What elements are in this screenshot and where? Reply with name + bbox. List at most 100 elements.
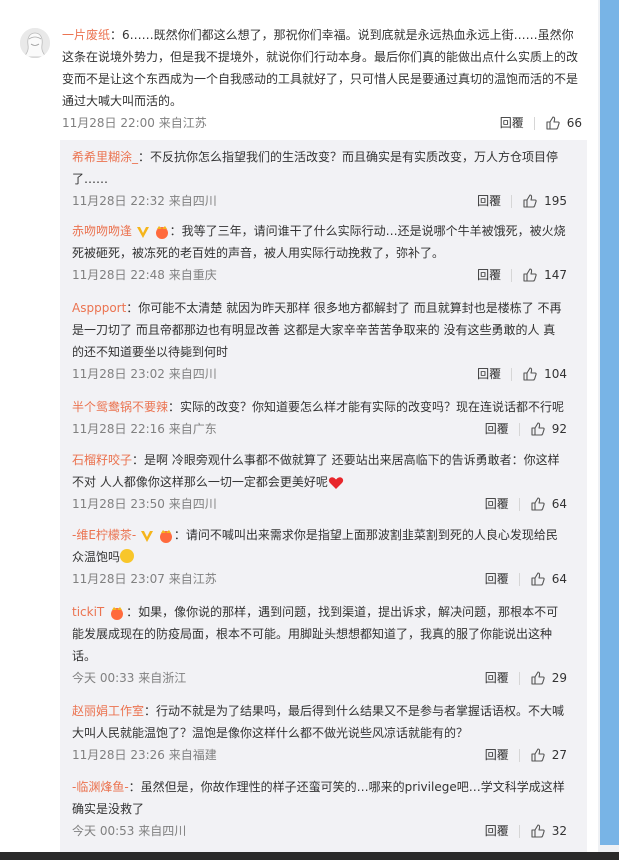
reply-button[interactable]: 回覆 [477,363,501,385]
reply-button[interactable]: 回覆 [485,820,509,842]
reply-text: ：如果，像你说的那样，遇到问题，找到渠道，提出诉求，解决问题，那根本不可能发展成… [72,605,559,663]
thumbs-up-icon [523,268,537,282]
reply-author[interactable]: tickiT [72,605,104,619]
action-divider [518,748,520,762]
like-count: 66 [566,116,582,130]
reply-author[interactable]: 希希里糊涂_ [72,150,138,164]
reply-meta-row: 今天 00:53 来自四川 回覆 32 [72,820,567,842]
thumbs-up-icon [531,422,545,436]
list-item: 石榴籽咬子：是啊 冷眼旁观什么事都不做就算了 还要站出来居高临下的告诉勇敢者：你… [72,449,567,515]
reply-list: 希希里糊涂_：不反抗你怎么指望我们的生活改变？而且确实是有实质改变，万人方仓项目… [60,140,587,852]
reply-text: ：实际的改变？你知道要怎么样才能有实际的改变吗？现在连说话都不行呢 [168,400,565,414]
hug-emoji [120,549,135,563]
scrollbar-track[interactable] [600,0,619,845]
action-divider [518,497,520,511]
thumbs-up-icon [531,497,545,511]
reply-time: 11月28日 23:26 来自福建 [72,748,217,762]
action-divider [518,824,520,838]
reply-time: 11月28日 22:48 来自重庆 [72,268,217,282]
reply-meta-row: 11月28日 22:32 来自四川 回覆 195 [72,190,567,212]
reply-author[interactable]: 赤吻吻吻逢 [72,224,132,238]
vip-v-badge-icon [141,530,154,542]
reply-button[interactable]: 回覆 [485,667,509,689]
like-button[interactable]: 32 [530,820,567,842]
list-item: 赵丽娟工作室：行动不就是为了结果吗，最后得到什么结果又不是参与者掌握话语权。不大… [72,700,567,766]
fan-crown-badge-icon [111,606,124,620]
reply-text: ：是啊 冷眼旁观什么事都不做就算了 还要站出来居高临下的告诉勇敢者：你这样不对 … [72,453,560,489]
like-count: 32 [551,824,567,838]
comment-time: 11月28日 22:00 来自江苏 [62,116,207,130]
reply-meta-row: 11月28日 23:50 来自四川 回覆 64 [72,493,567,515]
reply-button[interactable]: 回覆 [485,418,509,440]
like-button[interactable]: 92 [530,418,567,440]
reply-button[interactable]: 回覆 [485,493,509,515]
avatar[interactable] [20,28,50,58]
thumbs-up-icon [531,671,545,685]
reply-author[interactable]: 半个鸳鸯锅不要辣 [72,400,168,414]
list-item: -临渊烽鱼-：虽然但是，你故作理性的样子还蛮可笑的…哪来的privilege吧…… [72,776,567,842]
reply-author[interactable]: 石榴籽咬子 [72,453,132,467]
like-count: 92 [551,422,567,436]
reply-meta-row: 11月28日 22:16 来自广东 回覆 92 [72,418,567,440]
comment-actions: 回覆 66 [500,112,582,134]
reply-time: 11月28日 22:16 来自广东 [72,422,217,436]
reply-author[interactable]: 赵丽娟工作室 [72,704,144,718]
action-divider [533,116,535,130]
list-item: Asppport：你可能不太清楚 就因为昨天那样 很多地方都解封了 而且就算封也… [72,297,567,385]
thumbs-up-icon [531,748,545,762]
action-divider [518,572,520,586]
like-button[interactable]: 27 [530,744,567,766]
reply-author[interactable]: -临渊烽鱼- [72,780,129,794]
like-count: 64 [551,497,567,511]
reply-text: ：你可能不太清楚 就因为昨天那样 很多地方都解封了 而且就算封也是楼栋了 不再是… [72,301,562,359]
action-divider [511,194,513,208]
like-button[interactable]: 195 [522,190,567,212]
reply-meta-row: 11月28日 23:07 来自江苏 回覆 64 [72,568,567,590]
thumbs-up-icon [523,194,537,208]
comment-author[interactable]: 一片废纸 [62,28,110,42]
like-button[interactable]: 66 [545,112,582,134]
reply-text: ：行动不就是为了结果吗，最后得到什么结果又不是参与者掌握话语权。不大喊大叫人民就… [72,704,565,740]
action-divider [511,367,513,381]
list-item: tickiT ：如果，像你说的那样，遇到问题，找到渠道，提出诉求，解决问题，那根… [72,601,567,689]
reply-meta-row: 11月28日 23:26 来自福建 回覆 27 [72,744,567,766]
reply-text: ：虽然但是，你故作理性的样子还蛮可笑的…哪来的privilege吧…学文科学成这… [72,780,565,816]
reply-button[interactable]: 回覆 [485,744,509,766]
reply-time: 今天 00:33 来自浙江 [72,671,187,685]
reply-button[interactable]: 回覆 [477,190,501,212]
reply-text: ：不反抗你怎么指望我们的生活改变？而且确实是有实质改变，万人方仓项目停了…… [72,150,559,186]
reply-button[interactable]: 回覆 [477,264,501,286]
like-count: 104 [544,367,567,381]
list-item: 半个鸳鸯锅不要辣：实际的改变？你知道要怎么样才能有实际的改变吗？现在连说话都不行… [72,396,567,440]
reply-button[interactable]: 回覆 [485,568,509,590]
list-item: 赤吻吻吻逢 ：我等了三年，请问谁干了什么实际行动…还是说哪个牛羊被饿死，被火烧死… [72,220,567,286]
reply-meta-row: 今天 00:33 来自浙江 回覆 29 [72,667,567,689]
vip-v-badge-icon [136,226,149,238]
like-button[interactable]: 147 [522,264,567,286]
reply-meta-row: 11月28日 23:02 来自四川 回覆 104 [72,363,567,385]
thumbs-up-icon [523,367,537,381]
thumbs-up-icon [531,572,545,586]
like-count: 27 [551,748,567,762]
action-divider [518,422,520,436]
like-button[interactable]: 104 [522,363,567,385]
fan-crown-badge-icon [159,529,172,543]
main-comment-body: 一片废纸：6……既然你们都这么想了，那祝你们幸福。说到底就是永远热血永远上街……… [62,24,582,112]
list-item: 希希里糊涂_：不反抗你怎么指望我们的生活改变？而且确实是有实质改变，万人方仓项目… [72,146,567,212]
main-comment: 一片废纸：6……既然你们都这么想了，那祝你们幸福。说到底就是永远热血永远上街……… [0,0,598,140]
red-heart-emoji [328,476,343,489]
reply-author[interactable]: -维E柠檬茶- [72,528,136,542]
action-divider [511,268,513,282]
reply-time: 11月28日 23:50 来自四川 [72,497,217,511]
reply-meta-row: 11月28日 22:48 来自重庆 回覆 147 [72,264,567,286]
reply-author[interactable]: Asppport [72,301,126,315]
like-button[interactable]: 64 [530,568,567,590]
reply-time: 11月28日 22:32 来自四川 [72,194,217,208]
like-button[interactable]: 29 [530,667,567,689]
like-count: 64 [551,572,567,586]
like-button[interactable]: 64 [530,493,567,515]
thumbs-up-icon [546,116,560,130]
like-count: 147 [544,268,567,282]
reply-time: 11月28日 23:02 来自四川 [72,367,217,381]
reply-button[interactable]: 回覆 [500,112,524,134]
